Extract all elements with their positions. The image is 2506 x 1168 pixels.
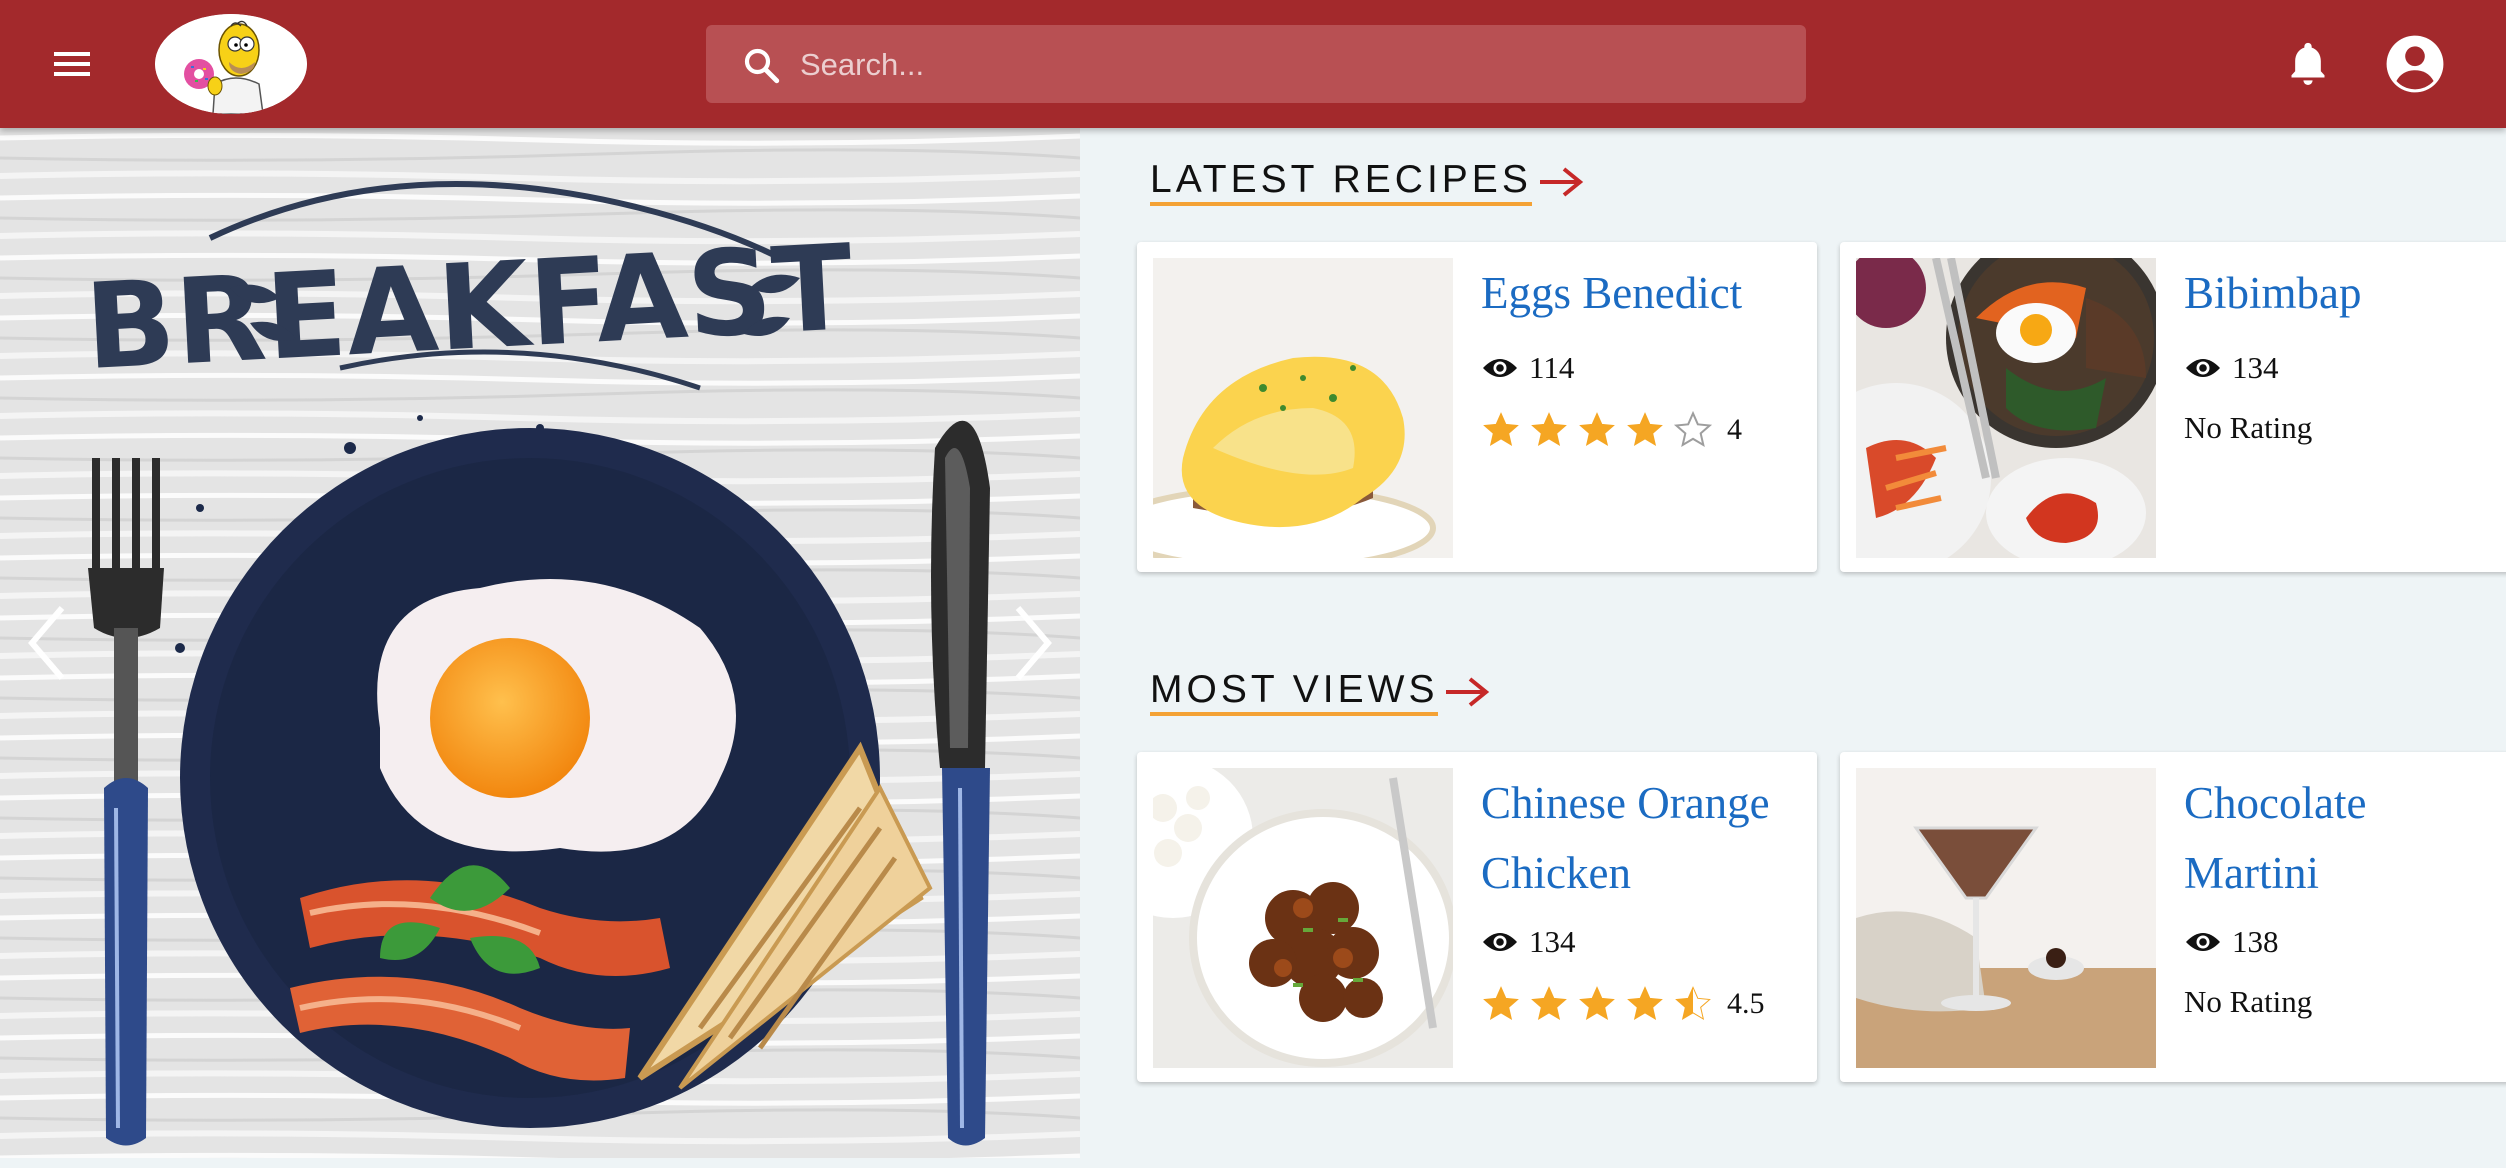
recipe-image bbox=[1856, 258, 2156, 558]
rating: 4 bbox=[1481, 410, 1742, 450]
rating: No Rating bbox=[2184, 984, 2312, 1020]
recipe-image bbox=[1153, 258, 1453, 558]
star-icon bbox=[1579, 412, 1615, 447]
no-rating-label: No Rating bbox=[2184, 410, 2313, 445]
account-circle-icon bbox=[2386, 35, 2444, 93]
no-rating-label: No Rating bbox=[2184, 984, 2313, 1019]
eye-icon bbox=[2186, 933, 2220, 951]
latest-recipes-heading[interactable]: LATEST RECIPES bbox=[1150, 158, 1584, 218]
eye-icon bbox=[1483, 359, 1517, 377]
recipe-name[interactable]: Chinese Orange Chicken bbox=[1481, 768, 1801, 908]
arrow-right-icon bbox=[1539, 167, 1583, 197]
recipe-card[interactable]: Bibimbap 134 No Rating bbox=[1840, 242, 2506, 572]
breakfast-illustration: BREAKFAST bbox=[0, 128, 1080, 1158]
star-icon bbox=[1675, 986, 1711, 1021]
hero-carousel: BREAKFAST bbox=[0, 128, 1080, 1158]
search-input[interactable] bbox=[798, 25, 1782, 105]
bell-icon bbox=[2291, 42, 2325, 85]
view-count-value: 134 bbox=[2232, 350, 2279, 385]
star-icon bbox=[1531, 986, 1567, 1021]
section-title: MOST VIEWS bbox=[1150, 668, 1439, 716]
view-count: 114 bbox=[1481, 350, 1574, 386]
recipe-name[interactable]: Chocolate Martini bbox=[2184, 768, 2504, 908]
rating-value: 4.5 bbox=[1727, 987, 1765, 1020]
search-bar bbox=[706, 25, 1806, 105]
star-icon bbox=[1483, 986, 1519, 1021]
recipe-card[interactable]: Chinese Orange Chicken 134 4.5 bbox=[1137, 752, 1817, 1082]
recipe-name[interactable]: Bibimbap bbox=[2184, 258, 2504, 328]
eye-icon bbox=[2186, 359, 2220, 377]
view-count: 138 bbox=[2184, 924, 2279, 960]
recipe-image bbox=[1153, 768, 1453, 1068]
view-count: 134 bbox=[1481, 924, 1576, 960]
app-header bbox=[0, 0, 2506, 128]
search-icon bbox=[744, 48, 780, 84]
star-rating bbox=[1481, 410, 1721, 450]
carousel-next-button[interactable] bbox=[1002, 598, 1062, 688]
chevron-right-icon bbox=[1015, 606, 1052, 680]
star-icon bbox=[1483, 412, 1519, 447]
menu-button[interactable] bbox=[48, 44, 96, 84]
site-logo[interactable] bbox=[155, 14, 307, 114]
recipe-image bbox=[1856, 768, 2156, 1068]
notifications-button[interactable] bbox=[2286, 38, 2330, 88]
arrow-right-icon bbox=[1446, 677, 1490, 707]
homer-donut-logo bbox=[155, 14, 307, 114]
menu-icon bbox=[54, 52, 90, 76]
view-count: 134 bbox=[2184, 350, 2279, 386]
star-icon bbox=[1673, 410, 1713, 448]
recipe-card[interactable]: Eggs Benedict 114 4 bbox=[1137, 242, 1817, 572]
most-views-heading[interactable]: MOST VIEWS bbox=[1150, 668, 1490, 728]
star-rating bbox=[1481, 984, 1721, 1024]
view-count-value: 114 bbox=[1529, 350, 1575, 385]
star-icon bbox=[1531, 412, 1567, 447]
star-icon bbox=[1627, 986, 1663, 1021]
rating: No Rating bbox=[2184, 410, 2312, 446]
carousel-prev-button[interactable] bbox=[18, 598, 78, 688]
star-icon bbox=[1627, 412, 1663, 447]
rating: 4.5 bbox=[1481, 984, 1765, 1024]
eye-icon bbox=[1483, 933, 1517, 951]
account-button[interactable] bbox=[2384, 33, 2446, 95]
view-count-value: 138 bbox=[2232, 924, 2279, 959]
view-count-value: 134 bbox=[1529, 924, 1576, 959]
recipe-card[interactable]: Chocolate Martini 138 No Rating bbox=[1840, 752, 2506, 1082]
section-title: LATEST RECIPES bbox=[1150, 158, 1532, 206]
star-icon bbox=[1579, 986, 1615, 1021]
rating-value: 4 bbox=[1727, 413, 1742, 446]
chevron-left-icon bbox=[28, 606, 65, 680]
recipe-name[interactable]: Eggs Benedict bbox=[1481, 258, 1801, 328]
